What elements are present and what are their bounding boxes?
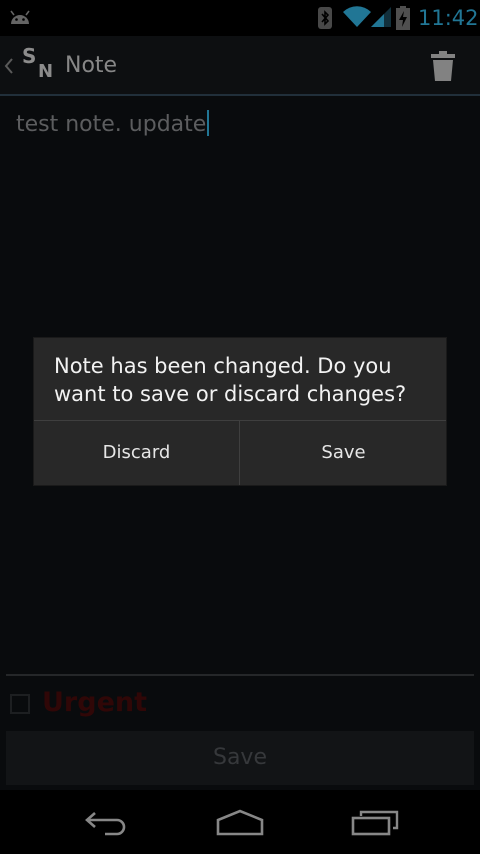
discard-button[interactable]: Discard [34, 421, 239, 485]
dialog-button-divider [239, 421, 240, 485]
save-changes-dialog: Note has been changed. Do you want to sa… [34, 338, 446, 485]
dialog-message: Note has been changed. Do you want to sa… [54, 354, 407, 406]
dialog-save-button[interactable]: Save [241, 421, 446, 485]
screen: 11:42 S N Note test note. update Urgent … [0, 0, 480, 854]
